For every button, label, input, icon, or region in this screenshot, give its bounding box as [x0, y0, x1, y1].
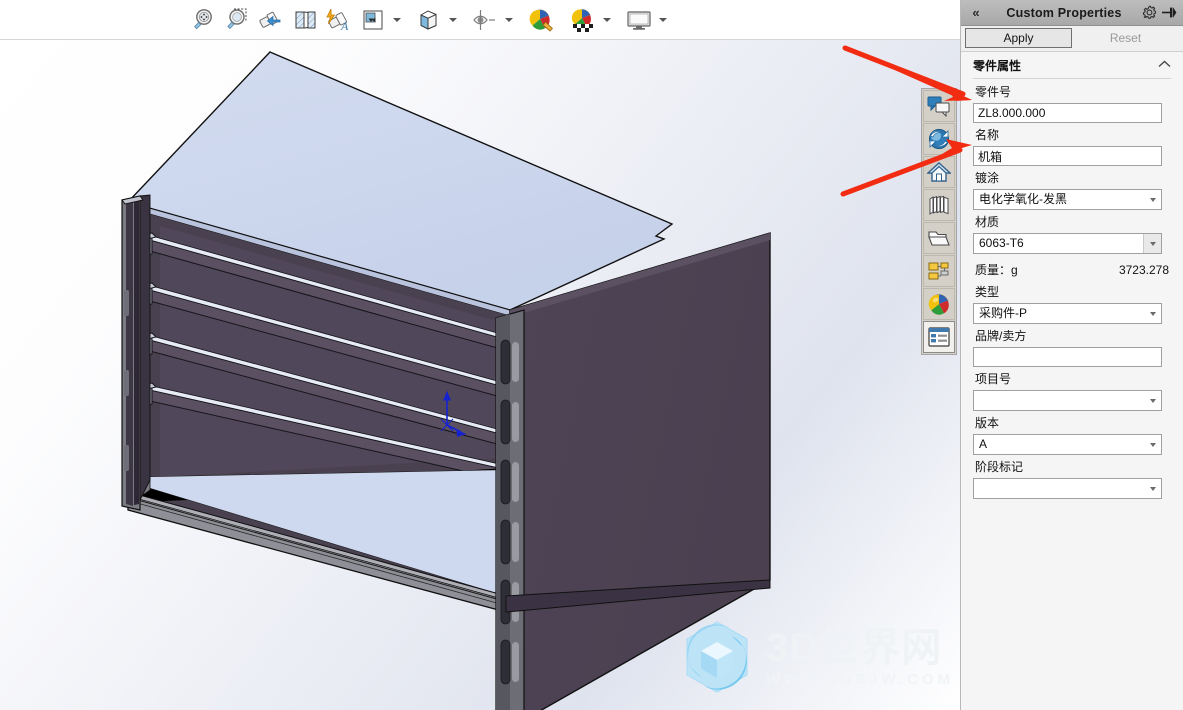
field-material: 材质 6063-T6 — [973, 213, 1171, 254]
field-part-number: 零件号 — [973, 83, 1171, 123]
toolbar-left-spacer — [0, 19, 186, 20]
part-number-input[interactable] — [973, 103, 1162, 123]
design-library-icon[interactable] — [923, 189, 955, 221]
previous-view-icon[interactable] — [254, 3, 288, 37]
project-number-value — [979, 391, 1141, 410]
task-pane-title: Custom Properties — [1006, 5, 1122, 20]
part-name-input[interactable] — [973, 146, 1162, 166]
field-revision: 版本 A — [973, 414, 1171, 455]
view-orientation-dynamic-icon[interactable]: A — [322, 3, 356, 37]
field-mass: 质量：g 3723.278 — [975, 261, 1169, 278]
view-palette-icon[interactable] — [923, 255, 955, 287]
material-value: 6063-T6 — [979, 236, 1024, 250]
solidworks-forum-icon[interactable] — [923, 90, 955, 122]
part-name-label: 名称 — [975, 128, 1000, 142]
chevron-up-icon[interactable] — [1158, 59, 1171, 71]
custom-properties-task-pane: « Custom Properties Apply Reset 零件属性 零件号… — [960, 0, 1183, 710]
type-combobox[interactable]: 采购件-P — [973, 303, 1162, 324]
edit-appearance-icon[interactable] — [524, 3, 558, 37]
solidworks-resources-icon[interactable] — [923, 123, 955, 155]
zoom-to-fit-icon[interactable] — [186, 3, 220, 37]
apply-button[interactable]: Apply — [965, 28, 1072, 48]
gear-icon[interactable] — [1141, 4, 1158, 21]
field-part-name: 名称 — [973, 126, 1171, 166]
view-settings-caret-icon[interactable] — [656, 3, 670, 37]
field-stage-mark: 阶段标记 — [973, 458, 1171, 499]
custom-properties-icon[interactable] — [923, 321, 955, 353]
part-number-label: 零件号 — [975, 85, 1012, 99]
properties-form: 零件属性 零件号 名称 镀涂 电化学氧化 — [961, 52, 1183, 499]
mass-label: 质量：g — [975, 263, 1018, 277]
graphics-viewport[interactable]: 3D世界网 WWW.3DSJW.COM — [0, 40, 960, 710]
field-project-number: 项目号 — [973, 370, 1171, 411]
home-icon[interactable] — [923, 156, 955, 188]
panel-action-buttons: Apply Reset — [961, 26, 1183, 52]
project-number-combobox[interactable] — [973, 390, 1162, 411]
mass-value: 3723.278 — [1118, 263, 1169, 277]
collapse-panel-button[interactable]: « — [965, 5, 987, 20]
type-label: 类型 — [975, 285, 1000, 299]
material-combobox[interactable]: 6063-T6 — [973, 233, 1162, 254]
section-view-icon[interactable] — [288, 3, 322, 37]
display-style-icon[interactable] — [412, 3, 446, 37]
reset-button[interactable]: Reset — [1072, 28, 1179, 48]
chevron-down-icon[interactable] — [1144, 391, 1161, 410]
group-title: 零件属性 — [973, 58, 1022, 73]
chassis-enclosure-model — [121, 51, 771, 710]
stage-mark-label: 阶段标记 — [975, 460, 1024, 474]
chevron-down-icon[interactable] — [1144, 304, 1161, 323]
revision-value: A — [979, 437, 988, 451]
chevron-down-icon[interactable] — [1143, 234, 1161, 253]
appearances-scenes-icon[interactable] — [923, 288, 955, 320]
stage-mark-value — [979, 479, 1141, 498]
field-type: 类型 采购件-P — [973, 283, 1171, 324]
field-plating: 镀涂 电化学氧化-发黑 — [973, 169, 1171, 210]
revision-label: 版本 — [975, 416, 1000, 430]
plating-label: 镀涂 — [975, 171, 1000, 185]
brand-vendor-input[interactable] — [973, 347, 1162, 367]
task-pane-tab-strip — [921, 88, 957, 355]
plating-combobox[interactable]: 电化学氧化-发黑 — [973, 189, 1162, 210]
part-properties-group-header[interactable]: 零件属性 — [973, 52, 1171, 79]
brand-vendor-label: 品牌/卖方 — [975, 329, 1027, 343]
revision-combobox[interactable]: A — [973, 434, 1162, 455]
file-explorer-icon[interactable] — [923, 222, 955, 254]
field-brand-vendor: 品牌/卖方 — [973, 327, 1171, 367]
svg-text:A: A — [340, 19, 349, 33]
display-style-caret-icon[interactable] — [446, 3, 460, 37]
type-value: 采购件-P — [979, 306, 1028, 320]
chevron-down-icon[interactable] — [1144, 435, 1161, 454]
application-window: A 3D世界网 WWW.3DSJW.COM « Custom Propertie… — [0, 0, 1183, 710]
chevron-down-icon[interactable] — [1144, 479, 1161, 498]
hide-show-items-caret-icon[interactable] — [502, 3, 516, 37]
chevron-down-icon[interactable] — [1144, 190, 1161, 209]
zoom-to-area-icon[interactable] — [220, 3, 254, 37]
view-orientation-caret-icon[interactable] — [390, 3, 404, 37]
apply-scene-icon[interactable] — [566, 3, 600, 37]
hide-show-items-icon[interactable] — [468, 3, 502, 37]
apply-scene-caret-icon[interactable] — [600, 3, 614, 37]
task-pane-header: « Custom Properties — [961, 0, 1183, 26]
plating-value: 电化学氧化-发黑 — [979, 192, 1067, 206]
view-settings-icon[interactable] — [622, 3, 656, 37]
project-number-label: 项目号 — [975, 372, 1012, 386]
pin-icon[interactable] — [1160, 4, 1177, 21]
stage-mark-combobox[interactable] — [973, 478, 1162, 499]
view-heads-up-toolbar: A — [0, 0, 960, 40]
view-orientation-icon[interactable] — [356, 3, 390, 37]
material-label: 材质 — [975, 215, 1000, 229]
